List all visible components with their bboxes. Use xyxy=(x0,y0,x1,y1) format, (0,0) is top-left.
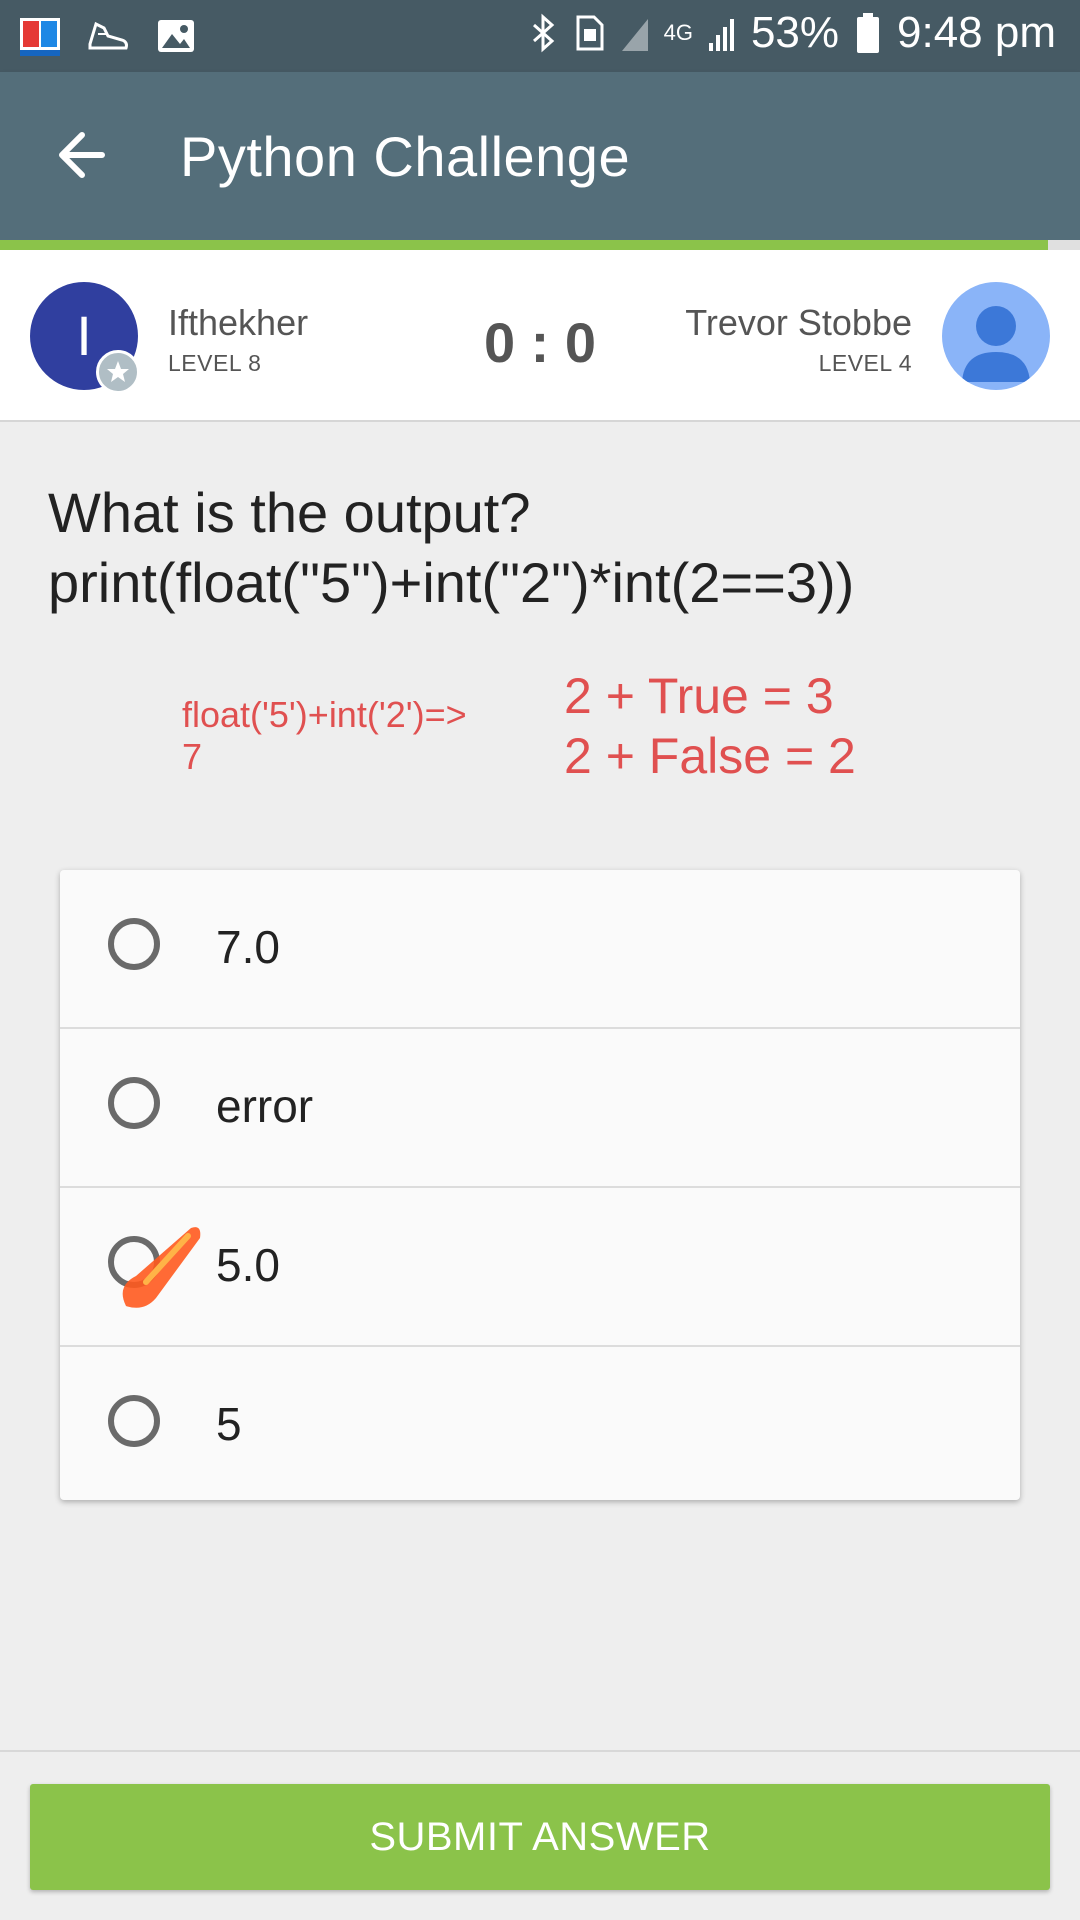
radio-button[interactable] xyxy=(108,1077,160,1129)
dictionary-app-icon xyxy=(20,18,60,56)
handwritten-note: 2 + True = 3 2 + False = 2 xyxy=(564,666,856,786)
score: 0 : 0 xyxy=(483,311,597,374)
progress-fill xyxy=(0,240,1048,250)
question-code: print(float("5")+int("2")*int(2==3)) xyxy=(48,551,855,614)
note-line: 7 xyxy=(182,736,203,777)
option-row[interactable]: 7.0 xyxy=(60,870,1020,1029)
arrow-back-icon[interactable] xyxy=(50,120,120,190)
clock: 9:48 pm xyxy=(897,8,1056,57)
option-label: 5 xyxy=(216,1398,242,1450)
notification-icons xyxy=(18,14,198,58)
note-line: float('5')+int('2')=> xyxy=(182,694,467,735)
radio-button[interactable] xyxy=(108,918,160,970)
app-bar: Python Challenge xyxy=(0,72,1080,240)
person-icon xyxy=(962,306,1030,382)
page-title: Python Challenge xyxy=(180,125,631,188)
note-line: 2 + False = 2 xyxy=(564,728,856,784)
players-header: I Ifthekher LEVEL 8 0 : 0 Trevor Stobbe … xyxy=(0,250,1080,422)
option-label: error xyxy=(216,1080,314,1132)
option-row[interactable]: 5.0 xyxy=(60,1188,1020,1347)
battery-percent: 53% xyxy=(750,8,840,57)
option-row[interactable]: error xyxy=(60,1029,1020,1188)
shoe-icon xyxy=(88,21,128,50)
signal-icon xyxy=(708,19,734,51)
system-status: 4G 53% 9:48 pm xyxy=(526,8,1056,58)
opponent-avatar xyxy=(942,282,1050,390)
signal-icon xyxy=(621,19,648,51)
radio-button[interactable] xyxy=(108,1236,160,1288)
divider xyxy=(0,1750,1080,1752)
battery-icon xyxy=(857,13,880,53)
status-bar: 4G 53% 9:48 pm xyxy=(0,0,1080,72)
note-line: 2 + True = 3 xyxy=(564,668,834,724)
question-text: What is the output? print(float("5")+int… xyxy=(48,478,1048,618)
bluetooth-icon xyxy=(532,13,554,53)
network-type: 4G xyxy=(663,20,693,45)
opponent-name: Trevor Stobbe xyxy=(685,302,912,343)
answer-options: 7.0 error 5.0 5 xyxy=(60,870,1020,1500)
handwritten-note: float('5')+int('2')=> 7 xyxy=(182,694,467,778)
image-icon xyxy=(158,20,194,52)
option-row[interactable]: 5 xyxy=(60,1347,1020,1504)
option-label: 5.0 xyxy=(216,1239,280,1291)
sim-icon xyxy=(576,15,604,51)
opponent-level: LEVEL 4 xyxy=(818,350,912,376)
question-line: What is the output? xyxy=(48,481,531,544)
radio-button[interactable] xyxy=(108,1395,160,1447)
submit-answer-button[interactable]: SUBMIT ANSWER xyxy=(30,1784,1050,1890)
option-label: 7.0 xyxy=(216,921,280,973)
progress-bar xyxy=(0,240,1080,250)
